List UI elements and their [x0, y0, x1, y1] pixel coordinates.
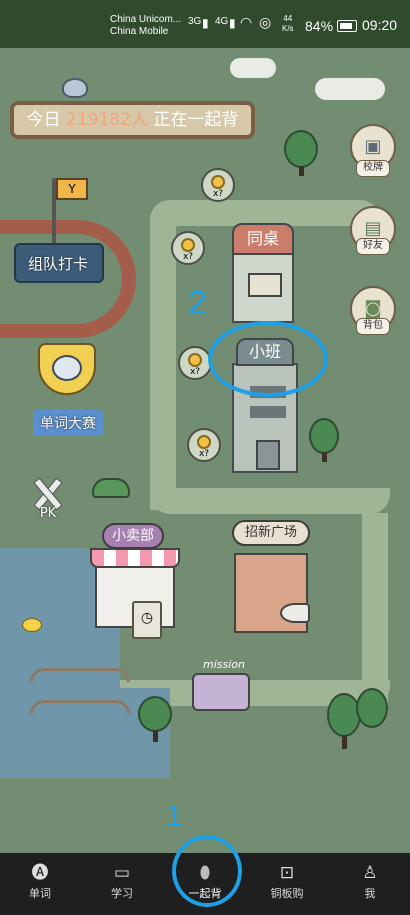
clock-24h-icon: ◷ [132, 601, 162, 639]
signal-icon-2: ▮ [229, 16, 236, 30]
hotspot-icon: ◎ [259, 14, 272, 30]
trophy-flag-icon: Y [56, 178, 88, 200]
coin-icon [181, 238, 195, 252]
tree [356, 688, 388, 728]
tree [284, 130, 318, 168]
duck-icon [22, 618, 42, 632]
carrier-2: China Mobile [110, 26, 169, 37]
megaphone-icon [280, 603, 310, 623]
school-badge-label[interactable]: 校牌 [356, 160, 390, 177]
road-mid [150, 488, 390, 514]
bridge [30, 668, 130, 682]
trophy-badge [52, 355, 82, 381]
live-count-banner: 今日 219182人 正在一起背 [10, 101, 255, 139]
status-bar: China Unicom... China Mobile 3G ▮ 4G ▮ ◠… [0, 0, 410, 48]
tree-trunk [153, 730, 158, 742]
deskmate-sign[interactable]: 同桌 [232, 223, 294, 255]
battery-percent: 84% [305, 18, 334, 34]
coin-pickup[interactable]: x? [187, 428, 221, 462]
cloud [315, 78, 385, 100]
coin-icon [197, 435, 211, 449]
bridge [30, 700, 130, 714]
bush [92, 478, 130, 498]
banner-prefix: 今日 [26, 110, 61, 130]
banner-count: 219182人 [66, 110, 148, 130]
tree-trunk [342, 735, 347, 749]
tree-trunk [299, 166, 304, 176]
tree [138, 696, 172, 732]
recruit-square-sign[interactable]: 招新广场 [232, 520, 310, 546]
annotation-number-1: 1 [166, 800, 183, 833]
coin-icon [211, 175, 225, 189]
mission-truck[interactable] [192, 673, 250, 711]
annotation-ring-small-class [208, 321, 328, 397]
speed-value: 44 [283, 14, 293, 23]
window-strip [250, 406, 286, 418]
friends-label[interactable]: 好友 [356, 238, 390, 255]
coin-icon [188, 353, 202, 367]
net-2-label: 4G [215, 16, 229, 27]
shop-sign[interactable]: 小卖部 [102, 523, 164, 549]
speed-unit: K/s [282, 24, 294, 33]
coin-shop-icon: ⊡ [279, 863, 295, 883]
pk-label[interactable]: PK [28, 506, 68, 521]
study-screen-icon: ▭ [113, 863, 131, 883]
word-contest-label[interactable]: 单词大赛 [33, 413, 103, 433]
net-speed: 44 K/s [282, 14, 294, 34]
team-checkin-label[interactable]: 组队打卡 [18, 253, 98, 274]
carrier-info: China Unicom... China Mobile [110, 14, 181, 38]
building-door [256, 440, 280, 470]
tab-me-label: 我 [364, 887, 376, 900]
map-scene[interactable]: 今日 219182人 正在一起背 Y 组队打卡 单词大赛 PK 小卖部 ◷ 同桌… [0, 48, 410, 853]
mission-label[interactable]: mission [196, 658, 252, 672]
tree [309, 418, 339, 454]
annotation-ring-together-tab [172, 835, 242, 907]
coin-pickup[interactable]: x? [178, 346, 212, 380]
word-book-icon: 🅐 [31, 863, 49, 883]
tab-me[interactable]: ♙ 我 [338, 859, 402, 913]
shop-awning [90, 548, 180, 568]
tree-trunk [322, 452, 327, 462]
banner-suffix: 正在一起背 [153, 110, 239, 130]
coin-pickup[interactable]: x? [201, 168, 235, 202]
person-icon: ♙ [362, 863, 378, 883]
tab-coin-shop-label: 铜板购 [270, 887, 304, 900]
tab-study-label: 学习 [111, 887, 133, 900]
cloud [230, 58, 276, 78]
clock: 09:20 [362, 17, 398, 33]
backpack-label[interactable]: 背包 [356, 318, 390, 335]
deskmate-window [248, 273, 282, 297]
tab-coin-shop[interactable]: ⊡ 铜板购 [255, 859, 319, 913]
annotation-number-2: 2 [188, 284, 207, 322]
net-1-label: 3G [188, 16, 202, 27]
pk-swords-icon[interactable] [28, 476, 66, 511]
signal-icon-1: ▮ [202, 16, 209, 30]
battery-icon [337, 20, 357, 32]
carrier-1: China Unicom... [110, 14, 182, 25]
tab-study[interactable]: ▭ 学习 [90, 859, 154, 913]
tab-words-label: 单词 [29, 887, 51, 900]
tab-words[interactable]: 🅐 单词 [8, 859, 72, 913]
bird-icon [62, 78, 88, 98]
tree [327, 693, 361, 737]
coin-pickup[interactable]: x? [171, 231, 205, 265]
wifi-icon: ◠ [240, 14, 253, 30]
